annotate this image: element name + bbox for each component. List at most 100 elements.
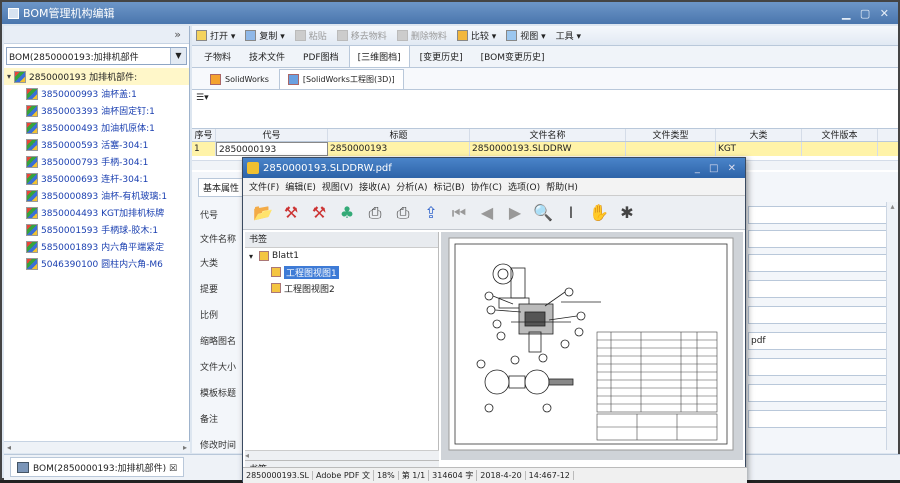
prop-field[interactable] — [748, 358, 888, 376]
tree-item-label: 3850000893 油杯-有机玻璃:1 — [41, 192, 168, 202]
prop-field[interactable] — [748, 254, 888, 272]
bookmark-icon — [271, 283, 281, 293]
expand-arrow-icon[interactable]: ▾ — [4, 72, 14, 81]
col-filename[interactable]: 文件名称 — [470, 129, 626, 141]
paste-button[interactable]: 粘贴 — [294, 29, 327, 42]
select-text-icon[interactable]: I — [561, 203, 581, 223]
zoom-icon[interactable]: 🔍 — [533, 203, 553, 223]
tree-item[interactable]: 3850004493 KGT加排机标牌 — [4, 204, 189, 221]
tree-item-label: 3850004493 KGT加排机标牌 — [41, 209, 165, 219]
table-row[interactable]: 1 2850000193 2850000193 2850000193.SLDDR… — [192, 142, 898, 156]
copy-icon — [245, 30, 257, 41]
bom-selector[interactable]: BOM(2850000193:加排机部件 ▼ — [6, 47, 187, 65]
col-code[interactable]: 代号 — [216, 129, 328, 141]
view-button[interactable]: 视图 ▾ — [506, 29, 546, 42]
prop-field[interactable] — [748, 410, 888, 428]
menu-file[interactable]: 文件(F) — [249, 180, 279, 193]
menu-analyze[interactable]: 分析(A) — [396, 180, 427, 193]
tab-change-history[interactable]: [变更历史] — [412, 46, 471, 67]
status-size: 314604 字 — [429, 470, 478, 481]
tree-item-label: 5850001893 内六角平端紧定 — [41, 243, 165, 253]
pdf-page-view[interactable] — [441, 232, 743, 460]
prop-field[interactable] — [748, 280, 888, 298]
prop-field[interactable] — [748, 206, 888, 224]
menu-help[interactable]: 帮助(H) — [546, 180, 578, 193]
tab-solidworks[interactable]: SolidWorks — [202, 70, 277, 89]
menu-markup[interactable]: 标记(B) — [433, 180, 464, 193]
tools-button[interactable]: 工具 ▾ — [556, 29, 581, 42]
props-vscrollbar[interactable]: ▴ — [886, 202, 898, 450]
bookmark-item[interactable]: 工程图视图2 — [245, 280, 438, 296]
bookmark-item[interactable]: 工程图视图1 — [245, 264, 438, 280]
compare-button[interactable]: 比较 ▾ — [456, 29, 496, 42]
col-category[interactable]: 大类 — [716, 129, 802, 141]
col-title[interactable]: 标题 — [328, 129, 470, 141]
menu-collaborate[interactable]: 协作(C) — [471, 180, 502, 193]
hand-icon[interactable]: ✋ — [589, 203, 609, 223]
cell: 2850000193 — [328, 142, 470, 156]
print-icon[interactable]: ⎙ — [365, 203, 385, 223]
tree-item[interactable]: 3850000893 油杯-有机玻璃:1 — [4, 187, 189, 204]
tab-tech-files[interactable]: 技术文件 — [241, 46, 293, 67]
pdf-window-controls[interactable]: _ □ ✕ — [695, 163, 739, 174]
tree-item[interactable]: 5046390100 圆柱内六角-M6 — [4, 255, 189, 272]
cell[interactable]: 2850000193 — [216, 142, 328, 156]
tab-basic-properties[interactable]: 基本属性 — [198, 178, 245, 197]
status-zoom: 18% — [374, 471, 399, 480]
paste-icon — [294, 30, 306, 41]
tree-item[interactable]: 3850000693 连杆-304:1 — [4, 170, 189, 187]
part-icon — [26, 155, 38, 168]
document-tab[interactable]: BOM(2850000193:加排机部件) ☒ — [10, 457, 185, 477]
tree-item[interactable]: 3850003393 油杯固定钉:1 — [4, 102, 189, 119]
chevron-down-icon[interactable]: ▼ — [170, 48, 186, 64]
open-button[interactable]: 打开 ▾ — [196, 29, 235, 42]
tree-root[interactable]: ▾ 2850000193 加排机部件: — [4, 68, 189, 85]
prev-page-icon[interactable]: ◀ — [477, 203, 497, 223]
prop-field[interactable] — [748, 230, 888, 248]
window-controls[interactable]: ▁ ▢ ✕ — [842, 7, 892, 20]
grid-menu-icon[interactable]: ☰▾ — [192, 90, 898, 106]
col-version[interactable]: 文件版本 — [802, 129, 878, 141]
tree-item[interactable]: 5850001593 手柄球-胶木:1 — [4, 221, 189, 238]
tab-3d[interactable]: [三维图档] — [348, 45, 410, 67]
tree-root-label: 2850000193 加排机部件: — [29, 73, 138, 83]
tab-bom-change-history[interactable]: [BOM变更历史] — [473, 46, 553, 67]
tab-sub-materials[interactable]: 子物料 — [196, 46, 239, 67]
tab-pdf[interactable]: PDF图档 — [295, 46, 347, 67]
tree-item[interactable]: 3850000493 加油机原体:1 — [4, 119, 189, 136]
next-page-icon[interactable]: ▶ — [505, 203, 525, 223]
tree-item[interactable]: 3850000993 油杯盖:1 — [4, 85, 189, 102]
tool-icon[interactable]: ⚒ — [309, 203, 329, 223]
delete-material-button[interactable]: 删除物料 — [396, 29, 447, 42]
menu-edit[interactable]: 编辑(E) — [285, 180, 316, 193]
prop-field[interactable] — [748, 384, 888, 402]
tree-item[interactable]: 5850001893 内六角平端紧定 — [4, 238, 189, 255]
bookmarks-hscrollbar[interactable]: ◂ — [245, 450, 439, 460]
tree-item[interactable]: 3850000793 手柄-304:1 — [4, 153, 189, 170]
menu-receive[interactable]: 接收(A) — [359, 180, 390, 193]
prop-field[interactable] — [748, 306, 888, 324]
copy-label: 复制 ▾ — [259, 32, 285, 42]
tree-icon[interactable]: ♣ — [337, 203, 357, 223]
menu-view[interactable]: 视图(V) — [322, 180, 353, 193]
expand-arrow-icon[interactable]: ▾ — [249, 252, 259, 261]
engineering-drawing — [448, 237, 734, 451]
export-icon[interactable]: ⇪ — [421, 203, 441, 223]
prop-field-thumbnail[interactable]: pdf — [748, 332, 888, 350]
first-page-icon[interactable]: ⏮ — [449, 203, 469, 223]
remove-material-button[interactable]: 移去物料 — [336, 29, 387, 42]
status-time: 14:467-12 — [526, 471, 574, 480]
col-filetype[interactable]: 文件类型 — [626, 129, 716, 141]
rotate-icon[interactable]: ✱ — [617, 203, 637, 223]
print-setup-icon[interactable]: ⎙ — [393, 203, 413, 223]
wrench-icon[interactable]: ⚒ — [281, 203, 301, 223]
col-index[interactable]: 序号 — [192, 129, 216, 141]
menu-options[interactable]: 选项(O) — [508, 180, 540, 193]
bookmark-root[interactable]: ▾ Blatt1 — [245, 248, 438, 264]
tab-solidworks-drawing[interactable]: [SolidWorks工程图(3D)] — [278, 69, 404, 89]
open-folder-icon[interactable]: 📂 — [253, 203, 273, 223]
tree-item[interactable]: 3850000593 活塞-304:1 — [4, 136, 189, 153]
copy-button[interactable]: 复制 ▾ — [245, 29, 285, 42]
tree-hscrollbar[interactable]: ◂ ▸ — [4, 441, 190, 453]
collapse-chevron-icon[interactable]: » — [4, 26, 189, 44]
